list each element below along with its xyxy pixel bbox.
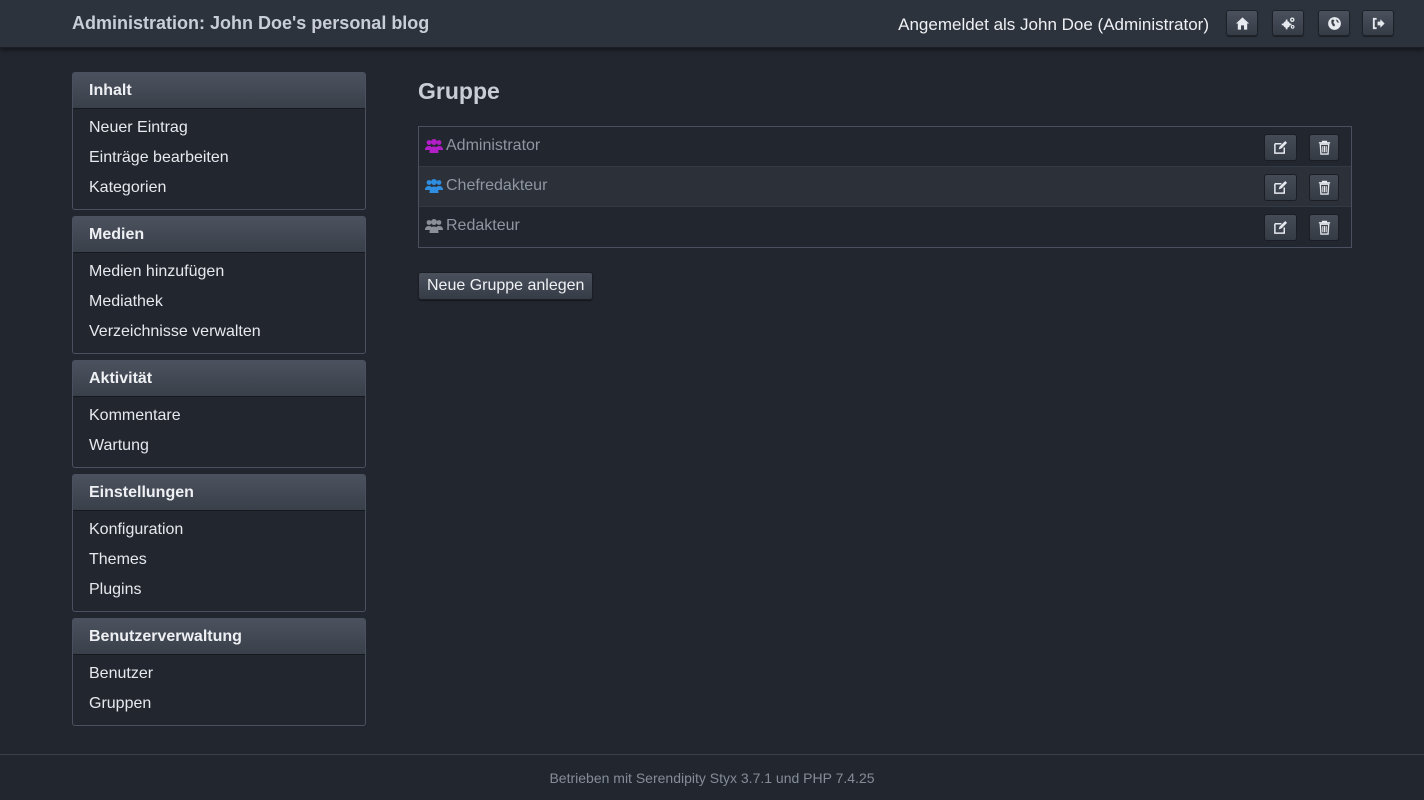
page-title: Gruppe — [418, 78, 500, 104]
sidebar-section-user-management: Benutzerverwaltung Benutzer Gruppen — [72, 618, 366, 726]
delete-group-button[interactable] — [1309, 214, 1339, 241]
home-button[interactable] — [1226, 10, 1258, 36]
users-icon — [425, 179, 443, 193]
group-name: Redakteur — [446, 217, 520, 234]
users-icon — [425, 219, 443, 233]
edit-icon — [1274, 180, 1288, 194]
sidebar-item-groups[interactable]: Gruppen — [73, 689, 365, 719]
view-blog-button[interactable] — [1318, 10, 1350, 36]
group-list: Administrator Chefredakteur Redakteur — [418, 126, 1352, 248]
new-group-button[interactable]: Neue Gruppe anlegen — [418, 272, 594, 300]
sidebar-heading: Inhalt — [73, 73, 365, 109]
users-icon — [425, 139, 443, 153]
sidebar-heading: Aktivität — [73, 361, 365, 397]
sidebar-item-users[interactable]: Benutzer — [73, 659, 365, 689]
group-row: Chefredakteur — [419, 167, 1351, 207]
sidebar-item-manage-directories[interactable]: Verzeichnisse verwalten — [73, 317, 365, 347]
sidebar-heading: Benutzerverwaltung — [73, 619, 365, 655]
sidebar-section-media: Medien Medien hinzufügen Mediathek Verze… — [72, 216, 366, 354]
footer-text: Betrieben mit Serendipity Styx 3.7.1 und… — [549, 770, 875, 786]
sidebar-item-media-library[interactable]: Mediathek — [73, 287, 365, 317]
settings-button[interactable] — [1272, 10, 1304, 36]
group-row: Redakteur — [419, 207, 1351, 247]
sidebar-heading: Einstellungen — [73, 475, 365, 511]
edit-group-button[interactable] — [1264, 174, 1297, 201]
sidebar-item-maintenance[interactable]: Wartung — [73, 431, 365, 461]
group-name: Administrator — [446, 137, 541, 154]
cogs-icon — [1281, 17, 1294, 29]
sidebar-item-configuration[interactable]: Konfiguration — [73, 515, 365, 545]
edit-group-button[interactable] — [1264, 214, 1297, 241]
logout-button[interactable] — [1362, 10, 1394, 36]
sidebar-item-edit-entries[interactable]: Einträge bearbeiten — [73, 143, 365, 173]
sidebar-item-comments[interactable]: Kommentare — [73, 401, 365, 431]
edit-group-button[interactable] — [1264, 134, 1297, 161]
sidebar-section-activity: Aktivität Kommentare Wartung — [72, 360, 366, 468]
sidebar-section-content: Inhalt Neuer Eintrag Einträge bearbeiten… — [72, 72, 366, 210]
edit-icon — [1274, 140, 1288, 154]
edit-icon — [1274, 220, 1288, 234]
login-status: Angemeldet als John Doe (Administrator) — [898, 15, 1209, 34]
footer: Betrieben mit Serendipity Styx 3.7.1 und… — [0, 754, 1424, 800]
home-icon — [1235, 16, 1249, 30]
group-name: Chefredakteur — [446, 177, 548, 194]
admin-title: Administration: John Doe's personal blog — [72, 13, 430, 33]
delete-group-button[interactable] — [1309, 174, 1339, 201]
delete-group-button[interactable] — [1309, 134, 1339, 161]
sidebar-heading: Medien — [73, 217, 365, 253]
trash-icon — [1318, 180, 1330, 195]
trash-icon — [1318, 220, 1330, 235]
logout-icon — [1372, 17, 1385, 29]
globe-icon — [1327, 16, 1341, 30]
sidebar-section-settings: Einstellungen Konfiguration Themes Plugi… — [72, 474, 366, 612]
group-row: Administrator — [419, 127, 1351, 167]
sidebar-item-categories[interactable]: Kategorien — [73, 173, 365, 203]
sidebar-item-plugins[interactable]: Plugins — [73, 575, 365, 605]
sidebar-item-add-media[interactable]: Medien hinzufügen — [73, 257, 365, 287]
top-bar: Administration: John Doe's personal blog… — [0, 0, 1424, 48]
sidebar-item-themes[interactable]: Themes — [73, 545, 365, 575]
sidebar-item-new-entry[interactable]: Neuer Eintrag — [73, 113, 365, 143]
trash-icon — [1318, 140, 1330, 155]
